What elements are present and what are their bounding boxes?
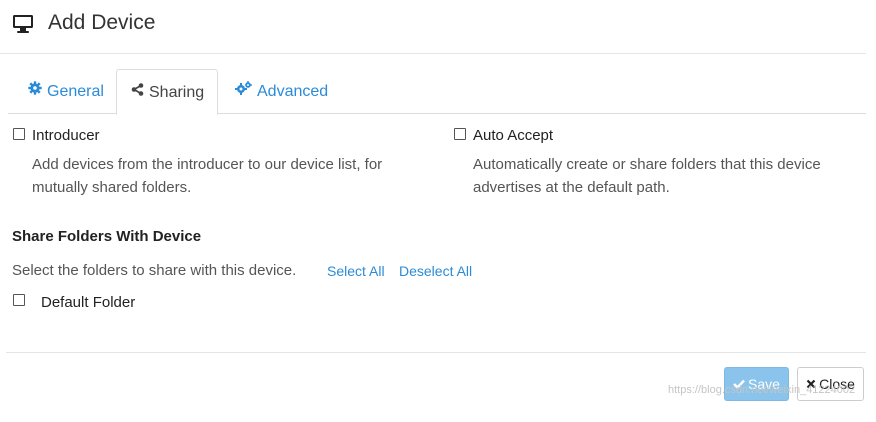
tab-general-label: General — [47, 83, 104, 100]
share-icon — [131, 69, 144, 114]
tab-bar: General Sharing Advanced — [8, 69, 866, 115]
auto-accept-help: Automatically create or share folders th… — [473, 156, 821, 196]
tab-sharing[interactable]: Sharing — [116, 69, 218, 115]
watermark: https://blog.csdn.net/weixin_41224002 — [668, 384, 856, 396]
modal-title: Add Device — [48, 11, 156, 34]
tab-sharing-label: Sharing — [149, 84, 205, 101]
tab-advanced[interactable]: Advanced — [221, 69, 342, 114]
share-folders-help: Select the folders to share with this de… — [12, 262, 297, 279]
gears-icon — [235, 68, 252, 113]
introducer-checkbox[interactable] — [13, 128, 25, 140]
introducer-help: Add devices from the introducer to our d… — [32, 156, 383, 196]
deselect-all-link[interactable]: Deselect All — [399, 263, 472, 279]
footer-divider — [6, 352, 866, 353]
tab-general[interactable]: General — [14, 69, 118, 114]
gear-icon — [28, 68, 42, 113]
select-all-link[interactable]: Select All — [327, 263, 385, 279]
default-folder-checkbox[interactable] — [13, 294, 25, 306]
modal-header: Add Device — [0, 0, 866, 54]
share-folders-title: Share Folders With Device — [12, 228, 202, 245]
default-folder-label: Default Folder — [41, 294, 136, 311]
auto-accept-checkbox[interactable] — [454, 128, 466, 140]
tab-advanced-label: Advanced — [257, 83, 329, 100]
monitor-icon — [12, 14, 34, 39]
auto-accept-label: Auto Accept — [473, 127, 554, 144]
introducer-label: Introducer — [32, 127, 100, 144]
